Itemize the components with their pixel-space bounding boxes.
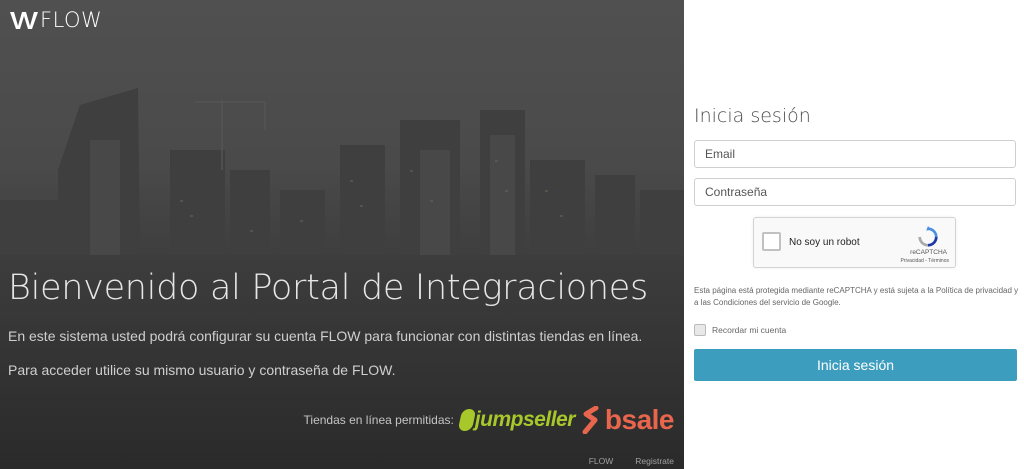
recaptcha-brand: reCAPTCHA: [910, 249, 947, 256]
recaptcha-widget: No soy un robot reCAPTCHA Privacidad - T…: [753, 217, 956, 268]
recaptcha-icon: [918, 226, 938, 247]
recaptcha-notice: Esta página está protegida mediante reCA…: [694, 286, 1019, 307]
jumpseller-logo[interactable]: jumpseller: [457, 408, 576, 432]
remember-checkbox[interactable]: [694, 324, 706, 336]
remember-me[interactable]: Recordar mi cuenta: [694, 324, 786, 336]
hero-section: FLOW Bienvenido al Portal de Integracion…: [0, 0, 684, 469]
hero-access-note: Para acceder utilice su mismo usuario y …: [8, 362, 396, 378]
jumpseller-icon: [457, 409, 477, 431]
recaptcha-label: No soy un robot: [789, 237, 860, 248]
bsale-logo[interactable]: bsale: [581, 404, 675, 436]
footer-link-flow[interactable]: FLOW: [589, 456, 614, 466]
remember-label: Recordar mi cuenta: [712, 325, 787, 335]
stores-label: Tiendas en línea permitidas:: [303, 413, 454, 427]
footer-links: FLOW Registrate: [589, 456, 674, 466]
login-button[interactable]: Inicia sesión: [694, 349, 1017, 381]
hero-description: En este sistema usted podrá configurar s…: [8, 328, 643, 344]
flow-logo[interactable]: FLOW: [10, 8, 102, 32]
email-field[interactable]: [694, 140, 1016, 168]
recaptcha-checkbox[interactable]: [762, 232, 781, 251]
hero-title: Bienvenido al Portal de Integraciones: [8, 268, 648, 308]
bsale-icon: [582, 406, 599, 434]
logo-text: FLOW: [40, 8, 103, 32]
login-title: Inicia sesión: [694, 105, 811, 127]
flow-w-icon: [10, 12, 38, 29]
footer-link-register[interactable]: Registrate: [635, 456, 674, 466]
login-panel: Inicia sesión No soy un robot reCAPTCHA …: [684, 0, 1024, 469]
recaptcha-links[interactable]: Privacidad - Términos: [900, 258, 949, 264]
bsale-text: bsale: [604, 404, 675, 435]
jumpseller-text: jumpseller: [474, 408, 576, 431]
supported-stores: Tiendas en línea permitidas: jumpseller …: [303, 404, 675, 436]
city-skyline-background: [0, 88, 684, 469]
password-field[interactable]: [694, 178, 1016, 206]
